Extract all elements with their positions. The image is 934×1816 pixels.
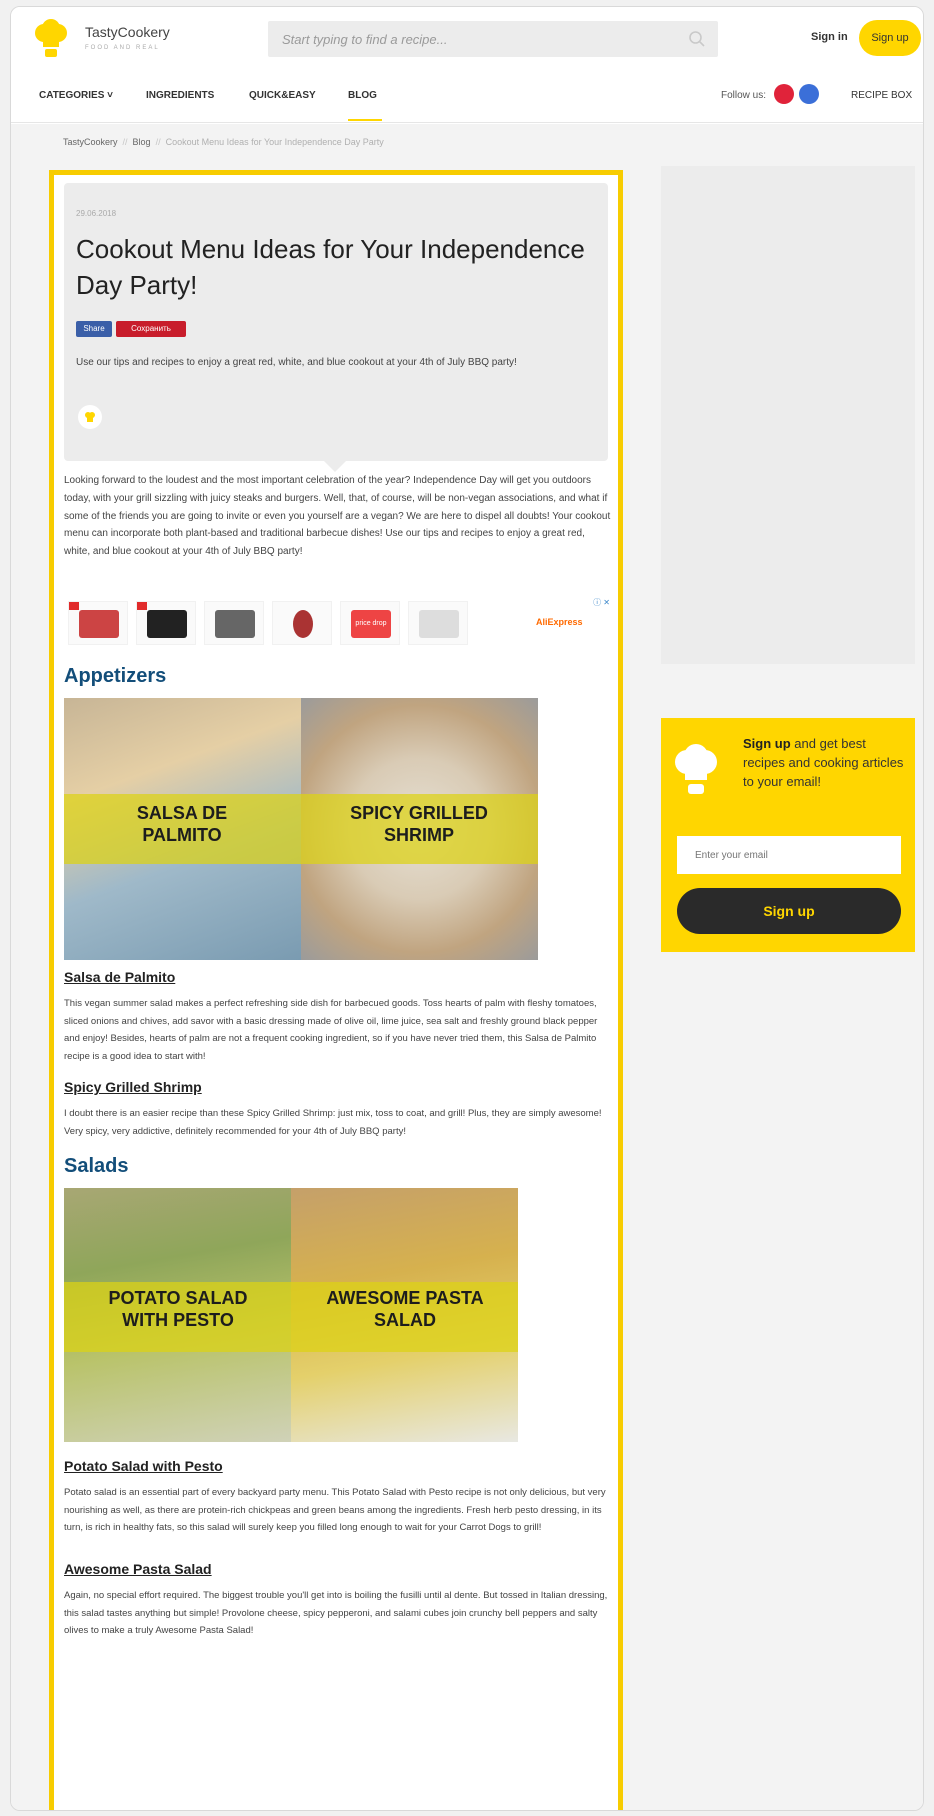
breadcrumb-current: Cookout Menu Ideas for Your Independence… <box>165 137 384 147</box>
ad-product[interactable]: price drop <box>340 601 400 645</box>
signup-message: Sign up and get best recipes and cooking… <box>743 734 909 791</box>
article-header: 29.06.2018 Cookout Menu Ideas for Your I… <box>64 183 608 472</box>
ad-product[interactable] <box>68 601 128 645</box>
image-caption: POTATO SALAD WITH PESTO <box>108 1288 248 1330</box>
chef-hat-icon <box>35 19 67 57</box>
recipe-text-salsa-de-palmito: This vegan summer salad makes a perfect … <box>64 998 598 1062</box>
sign-up-button[interactable]: Sign up <box>859 20 921 56</box>
main-nav: CATEGORIES ˅ INGREDIENTS QUICK&EASY BLOG… <box>11 69 923 123</box>
ad-product[interactable] <box>408 601 468 645</box>
facebook-icon[interactable] <box>799 84 819 104</box>
recipe-heading-potato-salad[interactable]: Potato Salad with Pesto <box>64 1458 223 1474</box>
chef-hat-icon <box>675 744 717 794</box>
signup-message-bold: Sign up <box>743 736 791 751</box>
ad-product-image <box>419 610 459 638</box>
newsletter-signup: Sign up and get best recipes and cooking… <box>661 718 915 952</box>
ad-product[interactable] <box>204 601 264 645</box>
header-pointer <box>324 461 346 472</box>
search-placeholder: Start typing to find a recipe... <box>282 32 448 47</box>
article-intro: Looking forward to the loudest and the m… <box>64 475 611 558</box>
breadcrumb-blog[interactable]: Blog <box>133 137 151 147</box>
nav-quick-easy[interactable]: QUICK&EASY <box>249 90 316 101</box>
browser-window: TastyCookery FOOD AND REAL Start typing … <box>10 6 924 1811</box>
image-caption: SALSA DE PALMITO <box>136 803 228 845</box>
chef-hat-icon <box>85 412 95 422</box>
ad-badge <box>137 602 147 610</box>
ad-promo-label: price drop <box>351 610 391 638</box>
recipe-heading-salsa-de-palmito[interactable]: Salsa de Palmito <box>64 969 175 985</box>
ad-banner[interactable]: price drop AliExpress ⓘ ✕ <box>64 597 612 647</box>
ad-badge <box>69 602 79 610</box>
page-area: TastyCookery // Blog // Cookout Menu Ideas f… <box>11 124 923 1810</box>
article-content: 29.06.2018 Cookout Menu Ideas for Your I… <box>49 170 623 1810</box>
breadcrumb: TastyCookery // Blog // Cookout Menu Ideas f… <box>63 137 384 147</box>
image-caption: AWESOME PASTA SALAD <box>326 1288 484 1330</box>
recipe-heading-spicy-grilled-shrimp[interactable]: Spicy Grilled Shrimp <box>64 1079 202 1095</box>
site-logo[interactable]: TastyCookery FOOD AND REAL <box>33 19 213 59</box>
image-caption: SPICY GRILLED SHRIMP <box>350 803 488 845</box>
breadcrumb-separator: // <box>155 137 161 147</box>
recipe-text-potato-salad: Potato salad is an essential part of eve… <box>64 1487 606 1533</box>
nav-blog[interactable]: BLOG <box>348 90 377 101</box>
breadcrumb-separator: // <box>122 137 128 147</box>
recipe-text-spicy-grilled-shrimp: I doubt there is an easier recipe than t… <box>64 1108 602 1137</box>
recipe-box-link[interactable]: RECIPE BOX <box>851 90 912 101</box>
ad-product[interactable] <box>136 601 196 645</box>
nav-ingredients[interactable]: INGREDIENTS <box>146 90 214 101</box>
sign-in-link[interactable]: Sign in <box>811 31 848 43</box>
recipe-heading-pasta-salad[interactable]: Awesome Pasta Salad <box>64 1561 212 1577</box>
ad-product-image <box>79 610 119 638</box>
potato-salad-with-pesto-image[interactable]: POTATO SALAD WITH PESTO <box>64 1188 291 1442</box>
search-icon[interactable] <box>688 30 706 48</box>
recipe-text-pasta-salad: Again, no special effort required. The b… <box>64 1590 608 1636</box>
awesome-pasta-salad-image[interactable]: AWESOME PASTA SALAD <box>291 1188 518 1442</box>
salsa-de-palmito-image[interactable]: SALSA DE PALMITO <box>64 698 301 960</box>
search-input[interactable]: Start typing to find a recipe... <box>268 21 718 57</box>
ad-product-image <box>293 610 313 638</box>
facebook-share-button[interactable]: Share <box>76 321 112 337</box>
ad-brand[interactable]: AliExpress <box>536 617 583 627</box>
logo-tagline: FOOD AND REAL <box>85 45 160 51</box>
nav-active-indicator <box>348 119 382 121</box>
ad-product-image <box>147 610 187 638</box>
article-description: Use our tips and recipes to enjoy a grea… <box>76 357 517 368</box>
article-date: 29.06.2018 <box>76 209 117 218</box>
logo-name: TastyCookery <box>85 24 170 40</box>
article-title: Cookout Menu Ideas for Your Independence… <box>76 234 585 300</box>
ad-product-image <box>215 610 255 638</box>
ad-product[interactable] <box>272 601 332 645</box>
section-heading-salads: Salads <box>64 1155 129 1177</box>
follow-us-label: Follow us: <box>721 90 767 101</box>
section-heading-appetizers: Appetizers <box>64 665 167 687</box>
sidebar-ad-slot <box>661 166 915 664</box>
spicy-grilled-shrimp-image[interactable]: SPICY GRILLED SHRIMP <box>301 698 538 960</box>
site-header: TastyCookery FOOD AND REAL Start typing … <box>11 7 923 69</box>
nav-categories[interactable]: CATEGORIES ˅ <box>39 90 113 101</box>
pinterest-icon[interactable] <box>774 84 794 104</box>
newsletter-signup-button[interactable]: Sign up <box>677 888 901 934</box>
breadcrumb-home[interactable]: TastyCookery <box>63 137 118 147</box>
ad-close-icon[interactable]: ⓘ ✕ <box>593 597 610 608</box>
email-field[interactable] <box>677 836 901 874</box>
pinterest-save-button[interactable]: Сохранить <box>116 321 186 337</box>
author-avatar[interactable] <box>78 405 102 429</box>
